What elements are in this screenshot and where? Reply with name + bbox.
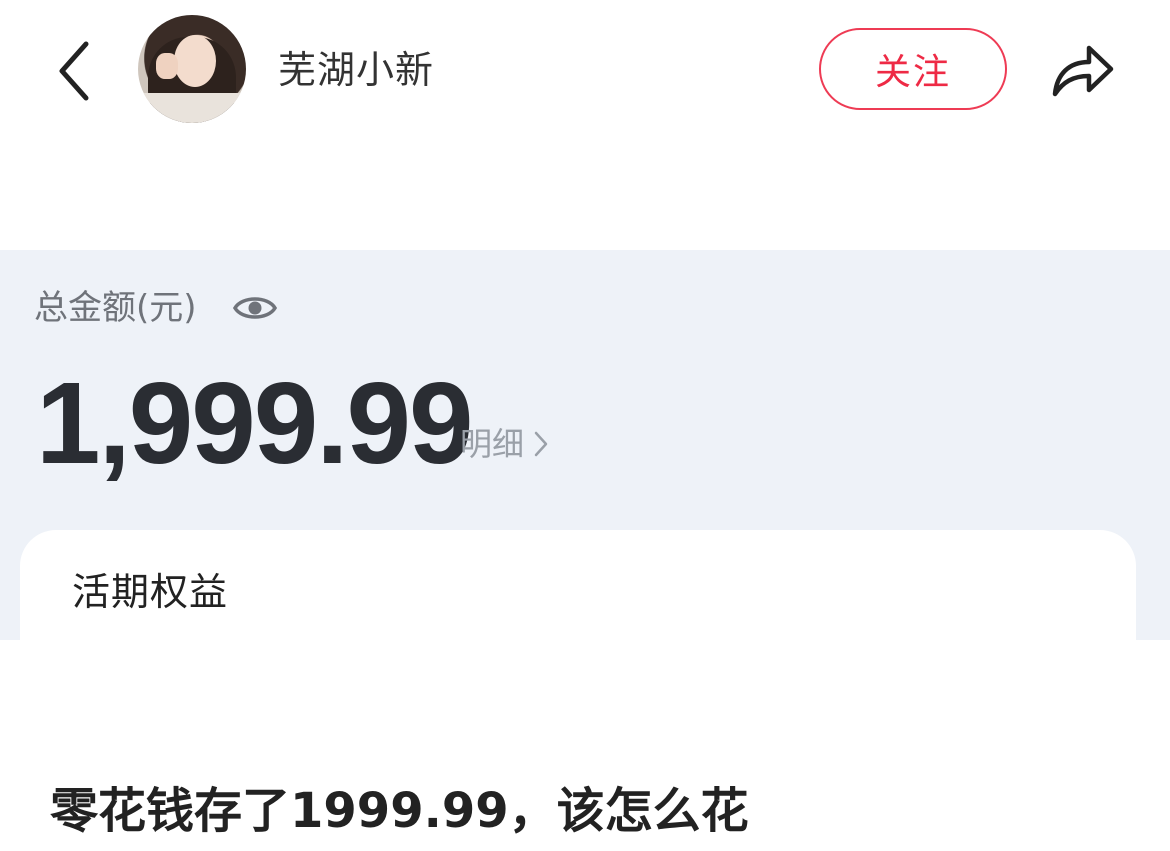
total-amount: 1,999.99	[36, 358, 474, 488]
chevron-right-icon	[534, 431, 548, 457]
post-header: 芜湖小新 关注	[0, 0, 1170, 140]
eye-icon	[232, 297, 278, 319]
follow-button[interactable]: 关注	[819, 28, 1007, 110]
chevron-left-icon	[59, 41, 89, 101]
benefits-card: 活期权益	[20, 530, 1136, 640]
post-title: 零花钱存了1999.99，该怎么花	[50, 783, 749, 839]
detail-link: 明细	[460, 422, 550, 466]
back-button[interactable]	[44, 36, 104, 106]
share-button[interactable]	[1046, 34, 1120, 104]
detail-label: 明细	[460, 425, 525, 463]
share-icon	[1052, 45, 1114, 97]
card-title: 活期权益	[72, 570, 229, 614]
post-image[interactable]: 总金额(元) 1,999.99 明细 活期权益	[0, 250, 1170, 640]
author-name[interactable]: 芜湖小新	[278, 44, 434, 96]
avatar[interactable]	[138, 15, 246, 123]
total-amount-label: 总金额(元)	[34, 288, 197, 328]
post-page: 芜湖小新 关注 总金额(元) 1,999.99 明细 活期权益 零花钱存了199…	[0, 0, 1170, 851]
